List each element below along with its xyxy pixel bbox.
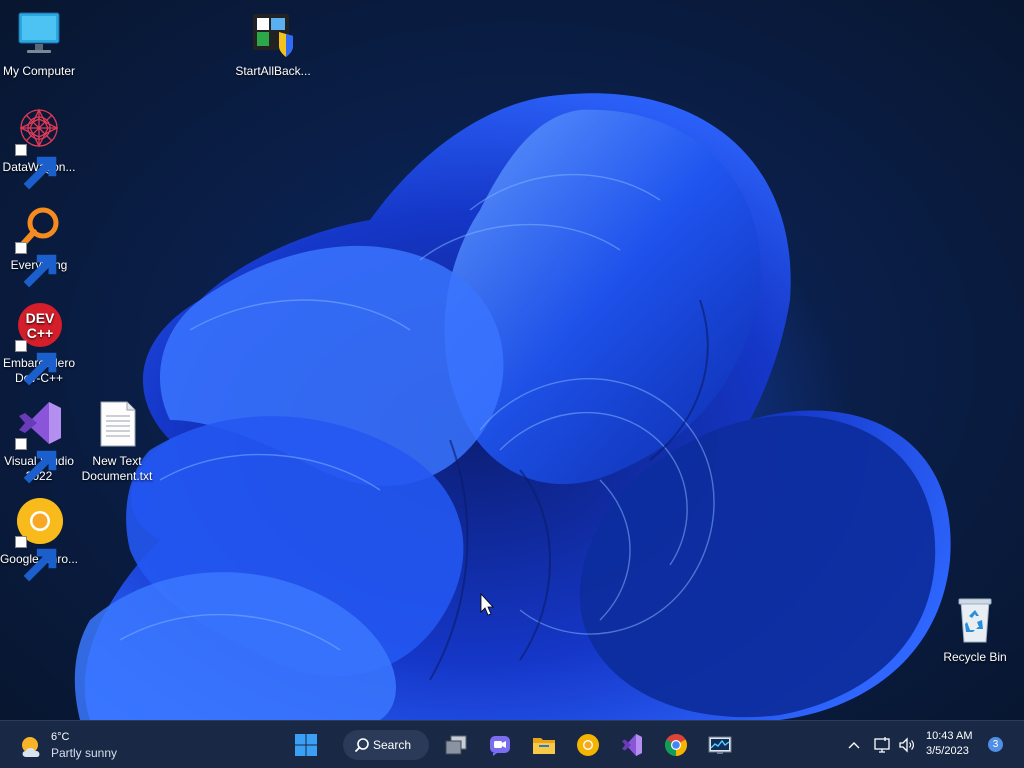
start-button[interactable] xyxy=(290,730,322,760)
chevron-up-icon[interactable] xyxy=(847,738,861,752)
desktop-icon-label: Recycle Bin xyxy=(943,650,1007,664)
task-view-button[interactable] xyxy=(440,730,472,760)
search-label: Search xyxy=(373,738,412,752)
folder-icon xyxy=(533,738,555,754)
desktop-icon-label: New Text Document.txt xyxy=(81,454,153,483)
resource-monitor-taskbar-button[interactable] xyxy=(704,730,736,760)
recycle-bin-icon xyxy=(949,596,1001,648)
partly-sunny-icon xyxy=(22,737,40,757)
desktop-icon-label: StartAllBack... xyxy=(235,64,311,78)
notification-badge[interactable]: 3 xyxy=(988,737,1003,752)
shortcut-arrow-icon xyxy=(15,242,57,288)
visual-studio-icon xyxy=(13,400,65,484)
monitor-chart-icon xyxy=(708,736,732,754)
taskbar-clock[interactable]: 10:43 AM 3/5/2023 xyxy=(926,729,972,759)
taskbar: 6°C Partly sunny Search 10:43 AM 3/5/202… xyxy=(0,720,1024,768)
chrome-icon xyxy=(665,734,687,756)
desktop-icon-new-text-document[interactable]: New Text Document.txt xyxy=(75,400,159,484)
speaker-icon[interactable] xyxy=(898,736,916,754)
task-view-icon xyxy=(445,735,467,755)
visual-studio-taskbar-button[interactable] xyxy=(616,730,648,760)
desktop-icon-label: My Computer xyxy=(2,64,76,78)
clock-date: 3/5/2023 xyxy=(926,745,969,757)
chat-button[interactable] xyxy=(484,730,516,760)
computer-monitor-icon xyxy=(13,10,65,62)
chrome-canary-icon xyxy=(13,498,65,582)
chrome-canary-taskbar-button[interactable] xyxy=(572,730,604,760)
clock-time: 10:43 AM xyxy=(926,730,973,742)
svg-text:DEV: DEV xyxy=(26,310,55,326)
datawagon-mandala-icon xyxy=(13,106,65,190)
desktop-icon-recycle-bin[interactable]: Recycle Bin xyxy=(933,596,1017,665)
visual-studio-icon xyxy=(622,734,642,756)
svg-text:C++: C++ xyxy=(27,325,53,341)
desktop-icon-my-computer[interactable]: My Computer xyxy=(0,10,81,79)
windows-start-icon xyxy=(295,734,317,756)
desktop-icon-datawagon[interactable]: DataWagon... xyxy=(0,106,81,190)
shortcut-arrow-icon xyxy=(15,438,57,484)
desktop-icon-visual-studio[interactable]: Visual Studio 2022 xyxy=(0,400,81,484)
network-icon[interactable] xyxy=(873,736,891,754)
shortcut-arrow-icon xyxy=(15,536,57,582)
devcpp-red-circle-icon: DEV C++ xyxy=(13,302,65,386)
search-icon xyxy=(355,738,369,752)
desktop-icon-devcpp[interactable]: DEV C++ Embarcadero Dev-C++ xyxy=(0,302,81,386)
desktop-icon-startallback[interactable]: StartAllBack... xyxy=(231,10,315,79)
startallback-shield-icon xyxy=(247,10,299,62)
chrome-taskbar-button[interactable] xyxy=(660,730,692,760)
taskbar-search-button[interactable]: Search xyxy=(343,730,429,760)
desktop-icon-everything[interactable]: Everything xyxy=(0,204,81,288)
magnifier-ring-icon xyxy=(13,204,65,288)
text-document-icon xyxy=(91,400,143,452)
shortcut-arrow-icon xyxy=(15,340,57,386)
weather-condition: Partly sunny xyxy=(51,746,118,760)
bloom-wallpaper xyxy=(74,93,951,720)
file-explorer-button[interactable] xyxy=(528,730,560,760)
chrome-canary-icon xyxy=(577,734,599,756)
weather-temperature: 6°C xyxy=(51,731,70,743)
chat-camera-icon xyxy=(490,736,510,756)
desktop-icon-chrome-canary[interactable]: Google Chro... xyxy=(0,498,81,582)
shortcut-arrow-icon xyxy=(15,144,57,190)
desktop[interactable]: My Computer StartAllBack... DataWagon...… xyxy=(0,0,1024,720)
